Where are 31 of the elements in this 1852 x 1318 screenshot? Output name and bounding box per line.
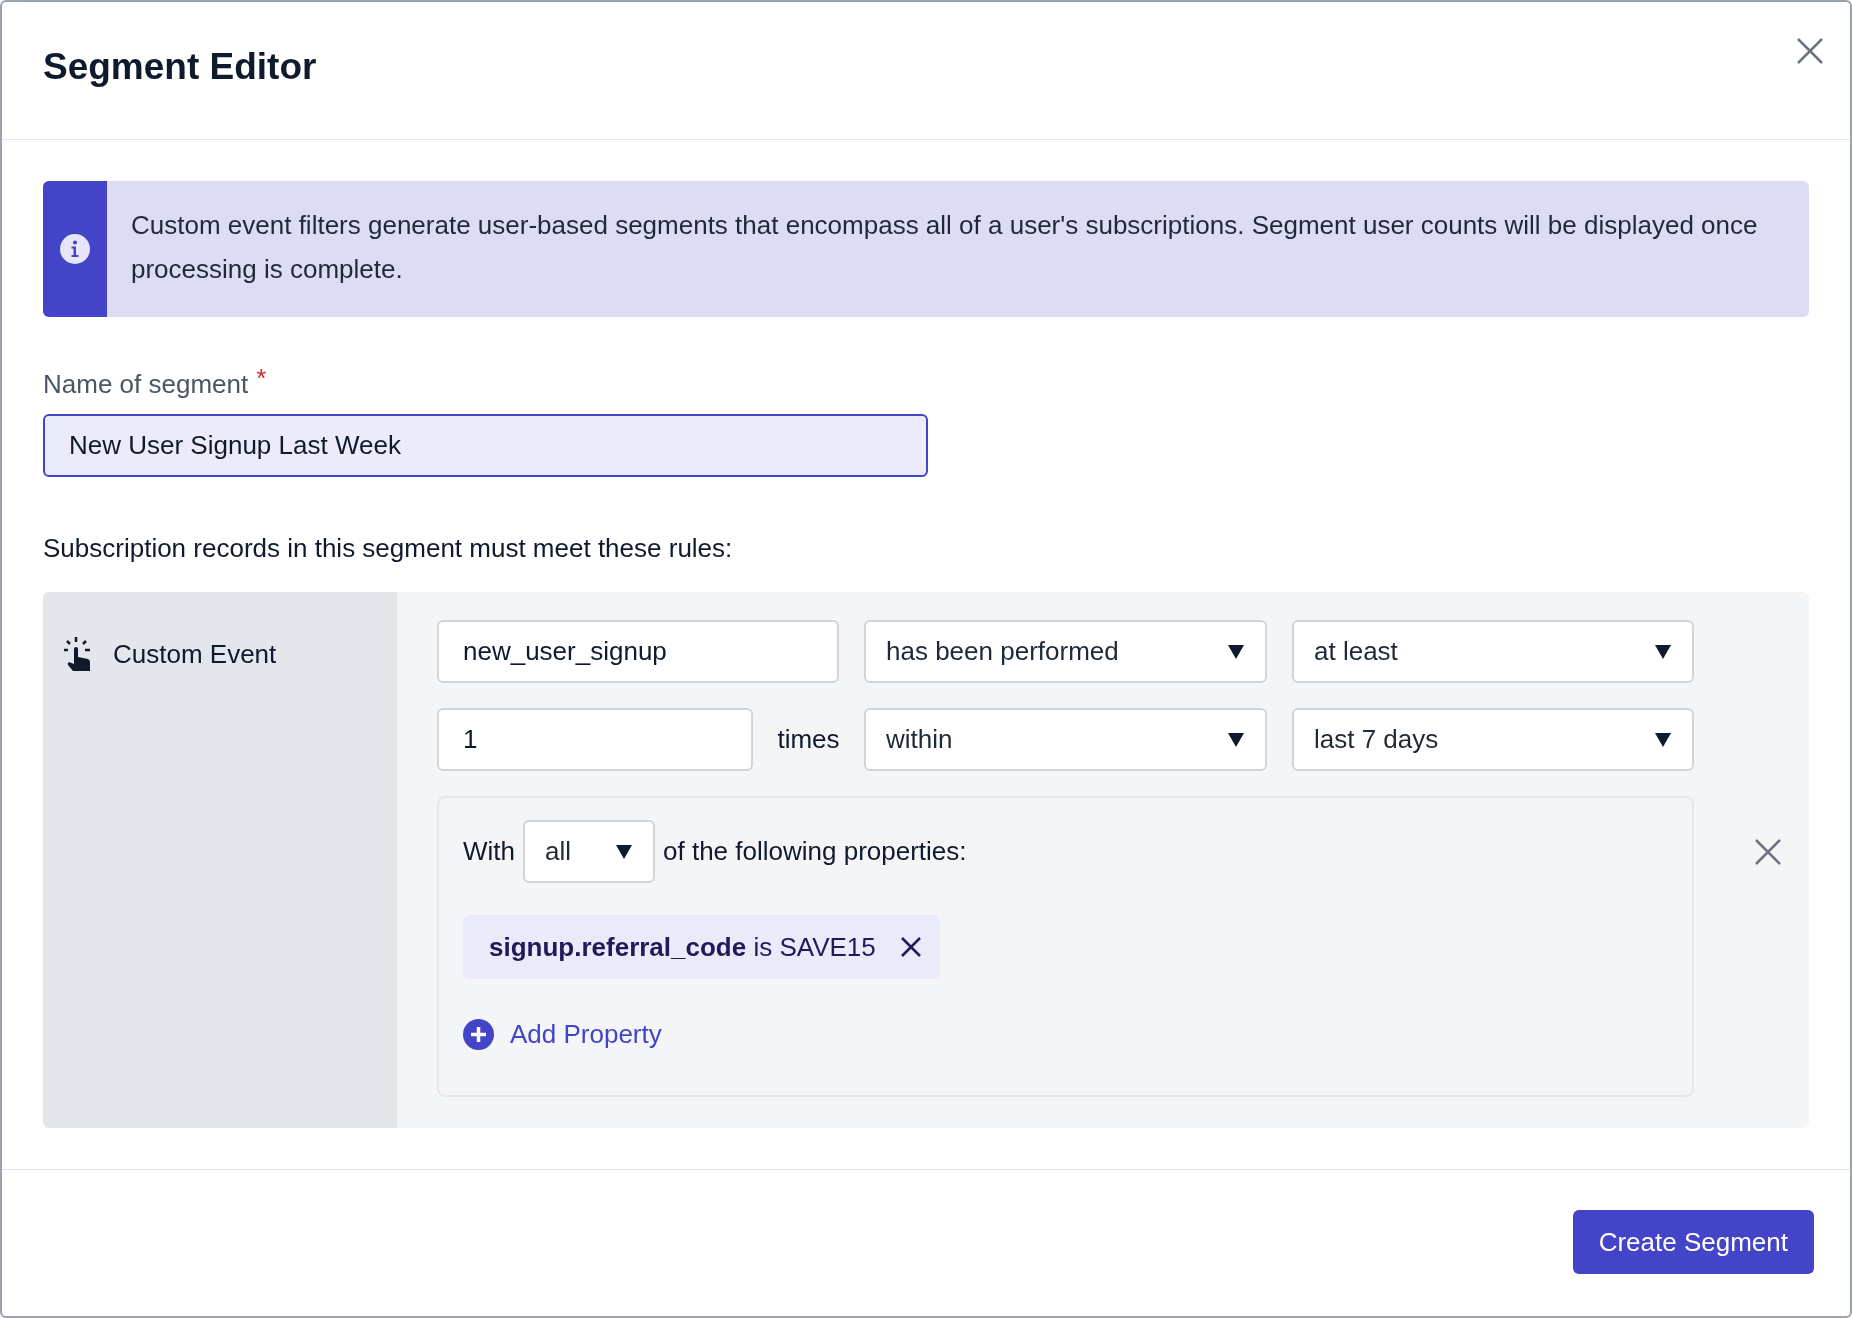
dropdown-select[interactable]: at least (1292, 620, 1694, 683)
field-label: Name of segment (43, 368, 249, 401)
dialog-title: Segment Editor (43, 48, 317, 85)
info-icon (60, 234, 90, 264)
rule-category: Custom Event (113, 638, 277, 671)
close-icon[interactable] (1754, 838, 1782, 866)
segment-name-input[interactable]: New User Signup Last Week (43, 414, 928, 477)
match-select[interactable]: all (523, 820, 655, 883)
dropdown-select[interactable]: last 7 days (1292, 708, 1694, 771)
caret-icon (1654, 731, 1672, 748)
close-icon[interactable] (1795, 36, 1825, 66)
event-name-input[interactable]: new_user_signup (437, 620, 839, 683)
required-mark: * (256, 365, 267, 391)
dropdown-select[interactable]: has been performed (864, 620, 1267, 683)
filter-prefix: With (463, 835, 515, 868)
info-text: Custom event filters generate user-based segments that encompass all of a user's subscriptions. Segment user counts will be displayed once processing is complete. (130, 209, 1759, 286)
remove-icon[interactable] (899, 936, 922, 958)
filter-suffix: of the following properties: (663, 835, 967, 868)
caret-icon (1227, 643, 1245, 660)
tap-hand-icon (63, 636, 93, 672)
plus-icon (463, 1019, 494, 1050)
add-property-link[interactable]: Add Property (463, 1015, 662, 1054)
dropdown-select[interactable]: within (864, 708, 1267, 771)
rules-heading: Subscription records in this segment must meet these rules: (43, 532, 734, 565)
create-segment-button[interactable]: Create Segment (1572, 1210, 1814, 1274)
count-unit: times (777, 723, 840, 756)
count-input[interactable]: 1 (437, 708, 753, 771)
caret-icon (1227, 731, 1245, 748)
property-text: signup.referral_code is SAVE15 (489, 930, 876, 964)
caret-icon (615, 843, 633, 860)
caret-icon (1654, 643, 1672, 660)
